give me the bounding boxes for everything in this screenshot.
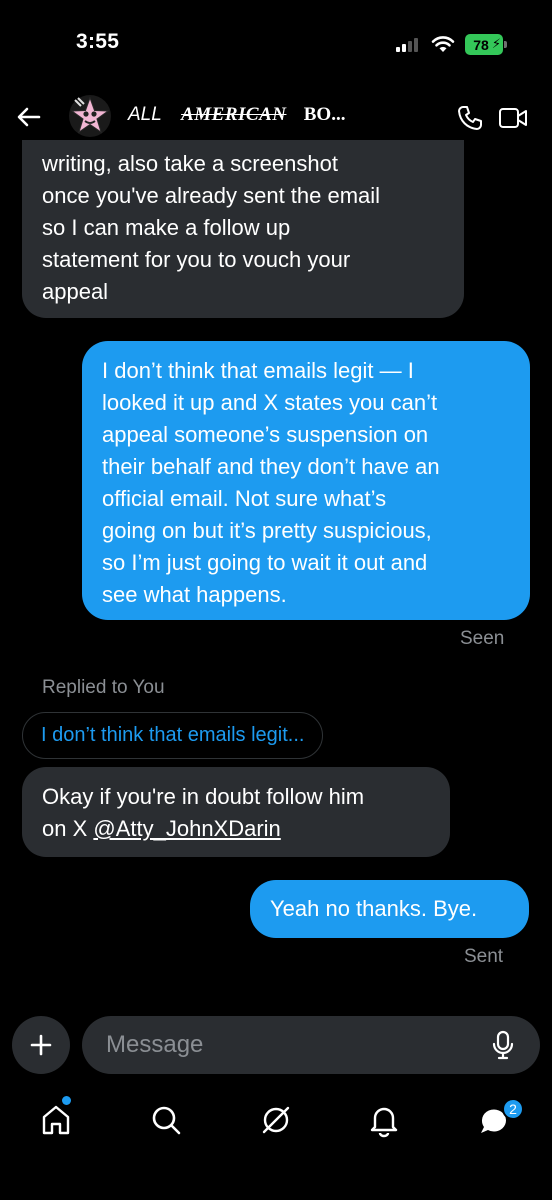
title-bo: BO... xyxy=(303,104,346,125)
message-line: once you've already sent the email xyxy=(42,183,381,208)
title-american: AMERICAN xyxy=(181,104,287,125)
group-avatar[interactable] xyxy=(66,94,114,138)
messages-badge: 2 xyxy=(502,1098,524,1120)
plus-icon xyxy=(30,1034,52,1056)
outgoing-message-bubble[interactable]: Yeah no thanks. Bye. xyxy=(250,880,529,938)
message-line: see what happens. xyxy=(102,582,287,607)
home-notification-dot xyxy=(62,1096,71,1105)
message-line: their behalf and they don’t have an xyxy=(102,454,440,479)
battery-icon: 78 ⚡ xyxy=(465,34,503,55)
message-line: so I’m just going to wait it out and xyxy=(102,550,428,575)
message-text: on X xyxy=(42,816,94,841)
battery-cap xyxy=(504,41,507,48)
message-line: looked it up and X states you can’t xyxy=(102,390,438,415)
message-line: going on but it’s pretty suspicious, xyxy=(102,518,432,543)
message-line: writing, also take a screenshot xyxy=(42,151,338,176)
message-line: statement for you to vouch your xyxy=(42,247,351,272)
microphone-icon[interactable] xyxy=(490,1030,516,1060)
message-composer[interactable] xyxy=(82,1016,540,1074)
conversation-title[interactable]: ALL AMERICAN BO... xyxy=(128,104,345,126)
battery-level: 78 xyxy=(473,36,489,53)
message-list[interactable]: writing, also take a screenshot once you… xyxy=(0,140,552,1000)
replied-to-label: Replied to You xyxy=(42,677,165,698)
message-line: appeal someone’s suspension on xyxy=(102,422,429,447)
incoming-message-bubble[interactable]: writing, also take a screenshot once you… xyxy=(22,140,464,318)
back-arrow-icon[interactable] xyxy=(12,100,46,134)
message-line: so I can make a follow up xyxy=(42,215,291,240)
video-call-icon[interactable] xyxy=(498,106,528,130)
status-bar: 3:55 78 ⚡ xyxy=(0,0,552,92)
add-attachment-button[interactable] xyxy=(12,1016,70,1074)
status-time: 3:55 xyxy=(76,30,120,53)
incoming-message-bubble[interactable]: Okay if you're in doubt follow him on X … xyxy=(22,767,450,857)
sent-status: Sent xyxy=(464,946,504,967)
message-text: Yeah no thanks. Bye. xyxy=(270,896,478,921)
quoted-message[interactable]: I don’t think that emails legit... xyxy=(22,712,324,759)
message-line: I don’t think that emails legit — I xyxy=(102,358,414,383)
wifi-icon xyxy=(431,36,455,52)
home-icon[interactable] xyxy=(38,1102,74,1138)
message-line: on X @Atty_JohnXDarin xyxy=(42,813,430,845)
charging-icon: ⚡ xyxy=(491,36,501,51)
seen-status: Seen xyxy=(460,628,505,649)
signal-icon xyxy=(396,38,422,52)
message-line: appeal xyxy=(42,279,109,304)
search-icon[interactable] xyxy=(148,1102,184,1138)
title-all: ALL xyxy=(128,104,162,125)
message-line: official email. Not sure what’s xyxy=(102,486,387,511)
outgoing-message-bubble[interactable]: I don’t think that emails legit — I look… xyxy=(82,341,530,620)
bottom-navigation: 2 xyxy=(0,1090,552,1150)
mention-link[interactable]: @Atty_JohnXDarin xyxy=(93,816,280,841)
phone-icon[interactable] xyxy=(456,104,484,132)
grok-icon[interactable] xyxy=(258,1102,294,1138)
conversation-header: ALL AMERICAN BO... xyxy=(0,92,552,140)
notifications-icon[interactable] xyxy=(366,1102,402,1138)
message-line: Okay if you're in doubt follow him xyxy=(42,784,365,809)
message-input[interactable] xyxy=(106,1016,476,1074)
